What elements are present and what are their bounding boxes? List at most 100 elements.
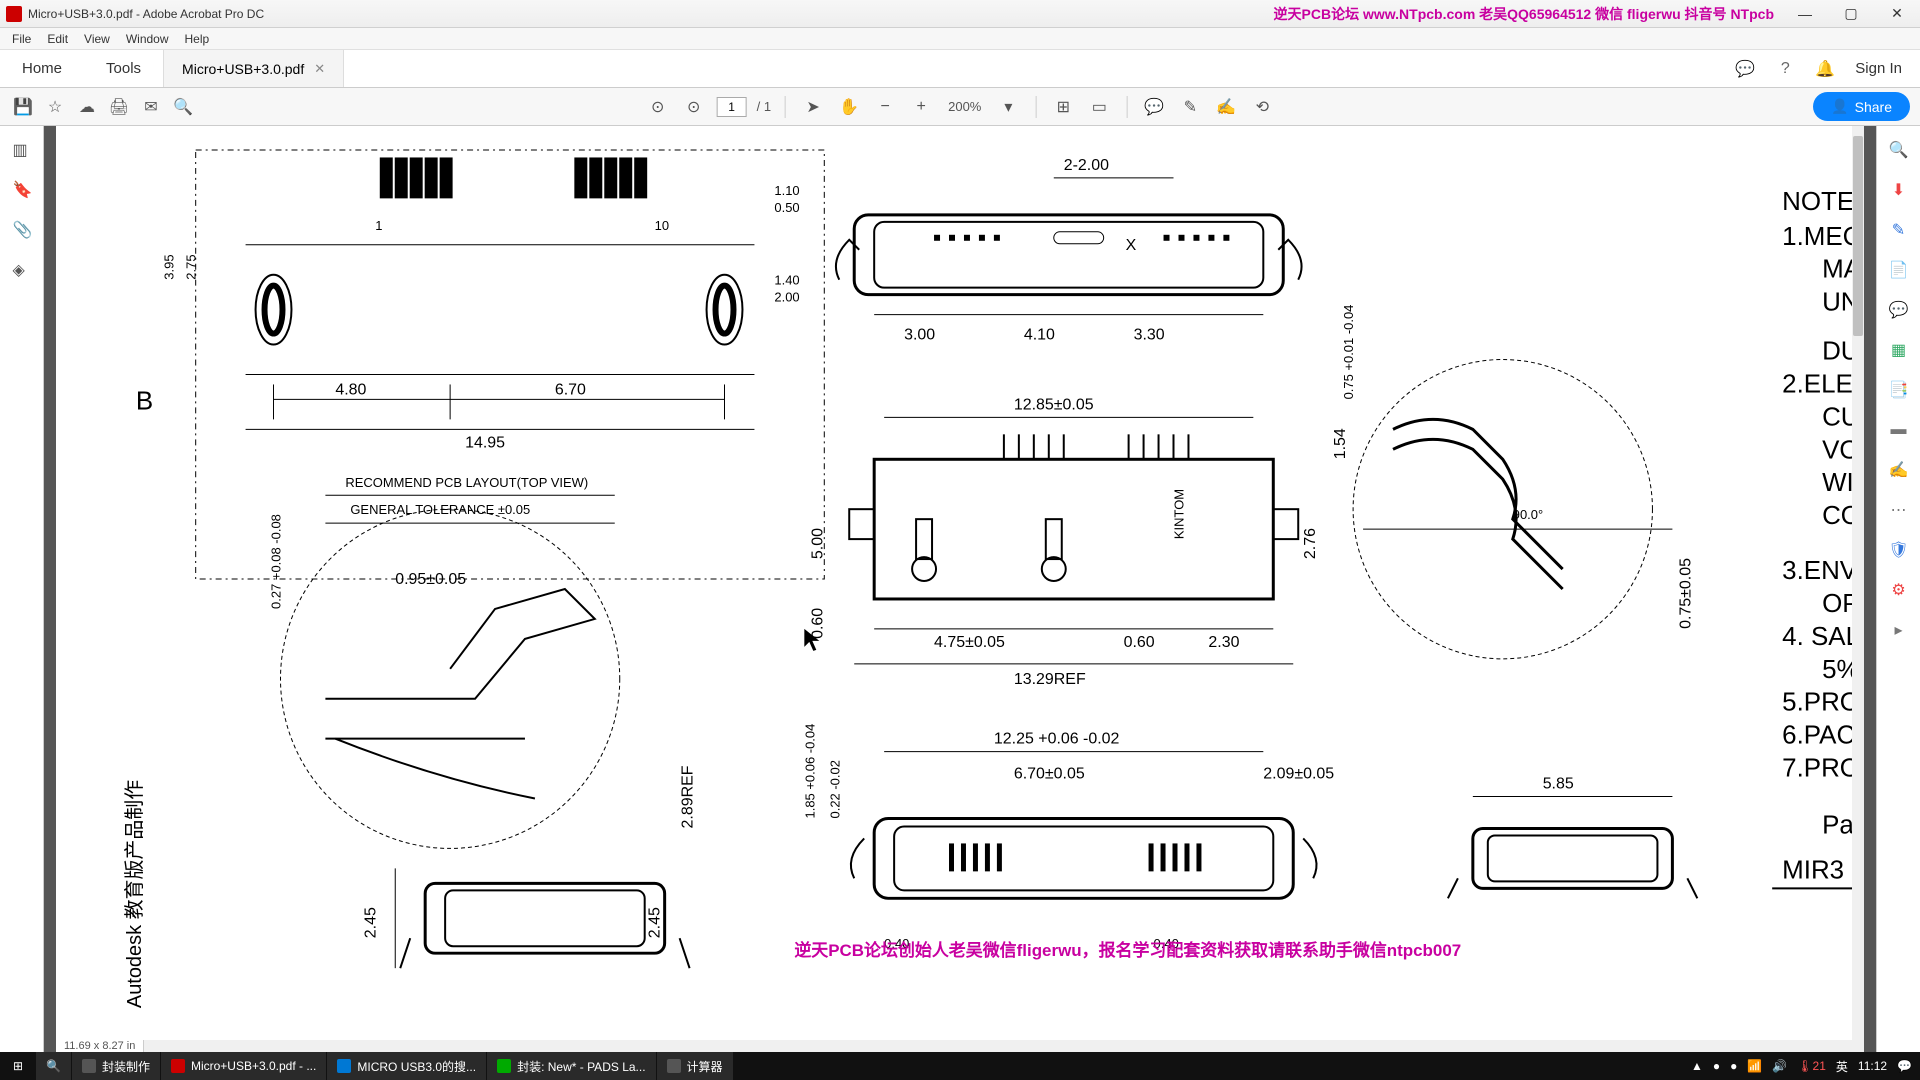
save-icon[interactable]: 💾: [10, 94, 36, 120]
section-label-b: B: [136, 387, 153, 415]
tray-volume-icon[interactable]: 🔊: [1772, 1059, 1787, 1073]
export-pdf-icon[interactable]: ⬇: [1889, 180, 1909, 200]
redact-icon[interactable]: ▬: [1889, 420, 1909, 440]
help-icon[interactable]: ?: [1775, 59, 1795, 79]
taskbar-item-4[interactable]: 计算器: [657, 1052, 733, 1080]
window-title: Micro+USB+3.0.pdf - Adobe Acrobat Pro DC: [28, 7, 264, 21]
zoom-in-icon[interactable]: +: [908, 94, 934, 120]
create-pdf-icon[interactable]: 📄: [1889, 260, 1909, 280]
fill-sign-icon[interactable]: ✍: [1889, 460, 1909, 480]
close-button[interactable]: ✕: [1874, 0, 1920, 28]
search-tool-icon[interactable]: 🔍: [1889, 140, 1909, 160]
dim-13-29: 13.29REF: [1014, 671, 1086, 688]
page-number-input[interactable]: [717, 97, 747, 117]
dim-2-75: 2.75: [184, 254, 199, 279]
attachments-icon[interactable]: 📎: [13, 220, 31, 238]
tray-app1-icon[interactable]: ●: [1713, 1059, 1720, 1073]
hand-tool-icon[interactable]: ✋: [836, 94, 862, 120]
dim-4-75: 4.75±0.05: [934, 634, 1005, 651]
chat-icon[interactable]: 💬: [1735, 59, 1755, 79]
menu-window[interactable]: Window: [118, 30, 177, 48]
autodesk-watermark: Autodesk 教育版产品制作: [123, 780, 146, 1008]
protect-icon[interactable]: 🛡: [1889, 540, 1909, 560]
dim-1-85: 1.85 +0.06 -0.04: [802, 724, 817, 819]
pcb-note-2: GENERAL TOLERANCE ±0.05: [350, 502, 530, 517]
menu-file[interactable]: File: [4, 30, 39, 48]
layers-icon[interactable]: ◈: [13, 260, 31, 278]
taskbar-search[interactable]: 🔍: [36, 1052, 71, 1080]
share-button[interactable]: 👤 Share: [1813, 92, 1910, 121]
optimize-icon[interactable]: ⚙: [1889, 580, 1909, 600]
note-1d: DURA: [1822, 338, 1852, 366]
dim-6-70b: 6.70±0.05: [1014, 766, 1085, 783]
cloud-icon[interactable]: ☁: [74, 94, 100, 120]
windows-taskbar: ⊞ 🔍 封装制作 Micro+USB+3.0.pdf - ... MICRO U…: [0, 1052, 1920, 1080]
tray-app2-icon[interactable]: ●: [1730, 1059, 1737, 1073]
sign-icon[interactable]: ✍: [1213, 94, 1239, 120]
dim-90deg: 90.0°: [1513, 507, 1543, 522]
note-3a: 3.ENVIR: [1782, 557, 1852, 585]
zoom-out-icon[interactable]: −: [872, 94, 898, 120]
tray-notifications-icon[interactable]: 💬: [1897, 1059, 1912, 1073]
taskbar-item-3[interactable]: 封装: New* - PADS La...: [487, 1052, 655, 1080]
dim-1-54: 1.54: [1332, 428, 1349, 459]
bookmarks-icon[interactable]: 🔖: [13, 180, 31, 198]
taskbar-item-0[interactable]: 封装制作: [72, 1052, 160, 1080]
combine-icon[interactable]: ▦: [1889, 340, 1909, 360]
menu-help[interactable]: Help: [177, 30, 218, 48]
stamp-icon[interactable]: ⟲: [1249, 94, 1275, 120]
page-down-icon[interactable]: ⊙: [681, 94, 707, 120]
star-icon[interactable]: ☆: [42, 94, 68, 120]
tray-network-icon[interactable]: 📶: [1747, 1059, 1762, 1073]
tab-document[interactable]: Micro+USB+3.0.pdf ✕: [163, 50, 344, 87]
dim-2-30: 2.30: [1208, 634, 1239, 651]
edit-pdf-icon[interactable]: ✎: [1889, 220, 1909, 240]
comment-tool-icon[interactable]: 💬: [1889, 300, 1909, 320]
print-icon[interactable]: 🖨: [106, 94, 132, 120]
search-icon[interactable]: 🔍: [170, 94, 196, 120]
mail-icon[interactable]: ✉: [138, 94, 164, 120]
collapse-rail-icon[interactable]: ▸: [1889, 620, 1909, 640]
tab-tools[interactable]: Tools: [84, 50, 163, 87]
menu-view[interactable]: View: [76, 30, 118, 48]
tray-temperature[interactable]: 🌡21: [1797, 1059, 1826, 1073]
read-mode-icon[interactable]: ▭: [1086, 94, 1112, 120]
dim-5-00: 5.00: [809, 528, 826, 559]
taskbar-item-2[interactable]: MICRO USB3.0的搜...: [327, 1052, 486, 1080]
notes-header: NOTES:: [1782, 188, 1852, 216]
document-viewport[interactable]: 1 10 3.95 2.75 1.10 0.5: [44, 126, 1876, 1052]
share-label: Share: [1855, 99, 1892, 115]
zoom-dropdown-icon[interactable]: ▾: [995, 94, 1021, 120]
organize-icon[interactable]: 📑: [1889, 380, 1909, 400]
page-total: / 1: [757, 99, 771, 114]
maximize-button[interactable]: ▢: [1828, 0, 1874, 28]
note-2d: WITH: [1822, 469, 1852, 497]
fit-width-icon[interactable]: ⊞: [1050, 94, 1076, 120]
bell-icon[interactable]: 🔔: [1815, 59, 1835, 79]
dim-1-40: 1.40: [774, 273, 799, 288]
thumbnails-icon[interactable]: ▥: [13, 140, 31, 158]
tray-icon[interactable]: ▲: [1691, 1059, 1703, 1073]
more-tools-icon[interactable]: ⋯: [1889, 500, 1909, 520]
tab-home[interactable]: Home: [0, 50, 84, 87]
select-tool-icon[interactable]: ➤: [800, 94, 826, 120]
start-button[interactable]: ⊞: [0, 1052, 36, 1080]
comment-icon[interactable]: 💬: [1141, 94, 1167, 120]
highlight-icon[interactable]: ✎: [1177, 94, 1203, 120]
zoom-level[interactable]: 200%: [944, 99, 985, 114]
page-up-icon[interactable]: ⊙: [645, 94, 671, 120]
minimize-button[interactable]: —: [1782, 0, 1828, 28]
menu-edit[interactable]: Edit: [39, 30, 76, 48]
tab-close-icon[interactable]: ✕: [314, 61, 325, 77]
tray-clock[interactable]: 11:12: [1858, 1059, 1887, 1073]
sign-in-button[interactable]: Sign In: [1855, 60, 1902, 77]
tray-language[interactable]: 英: [1836, 1058, 1848, 1075]
note-4b: 5%: [1822, 656, 1852, 684]
note-4a: 4. SALT: [1782, 623, 1852, 651]
horizontal-scrollbar[interactable]: 11.69 x 8.27 in: [56, 1040, 1852, 1052]
dim-0-75: 0.75±0.05: [1677, 558, 1694, 629]
vertical-scrollbar[interactable]: [1852, 126, 1864, 1052]
system-tray: ▲ ● ● 📶 🔊 🌡21 英 11:12 💬: [1683, 1058, 1920, 1075]
dim-0-75-tol: 0.75 +0.01 -0.04: [1341, 305, 1356, 400]
taskbar-item-1[interactable]: Micro+USB+3.0.pdf - ...: [161, 1052, 326, 1080]
